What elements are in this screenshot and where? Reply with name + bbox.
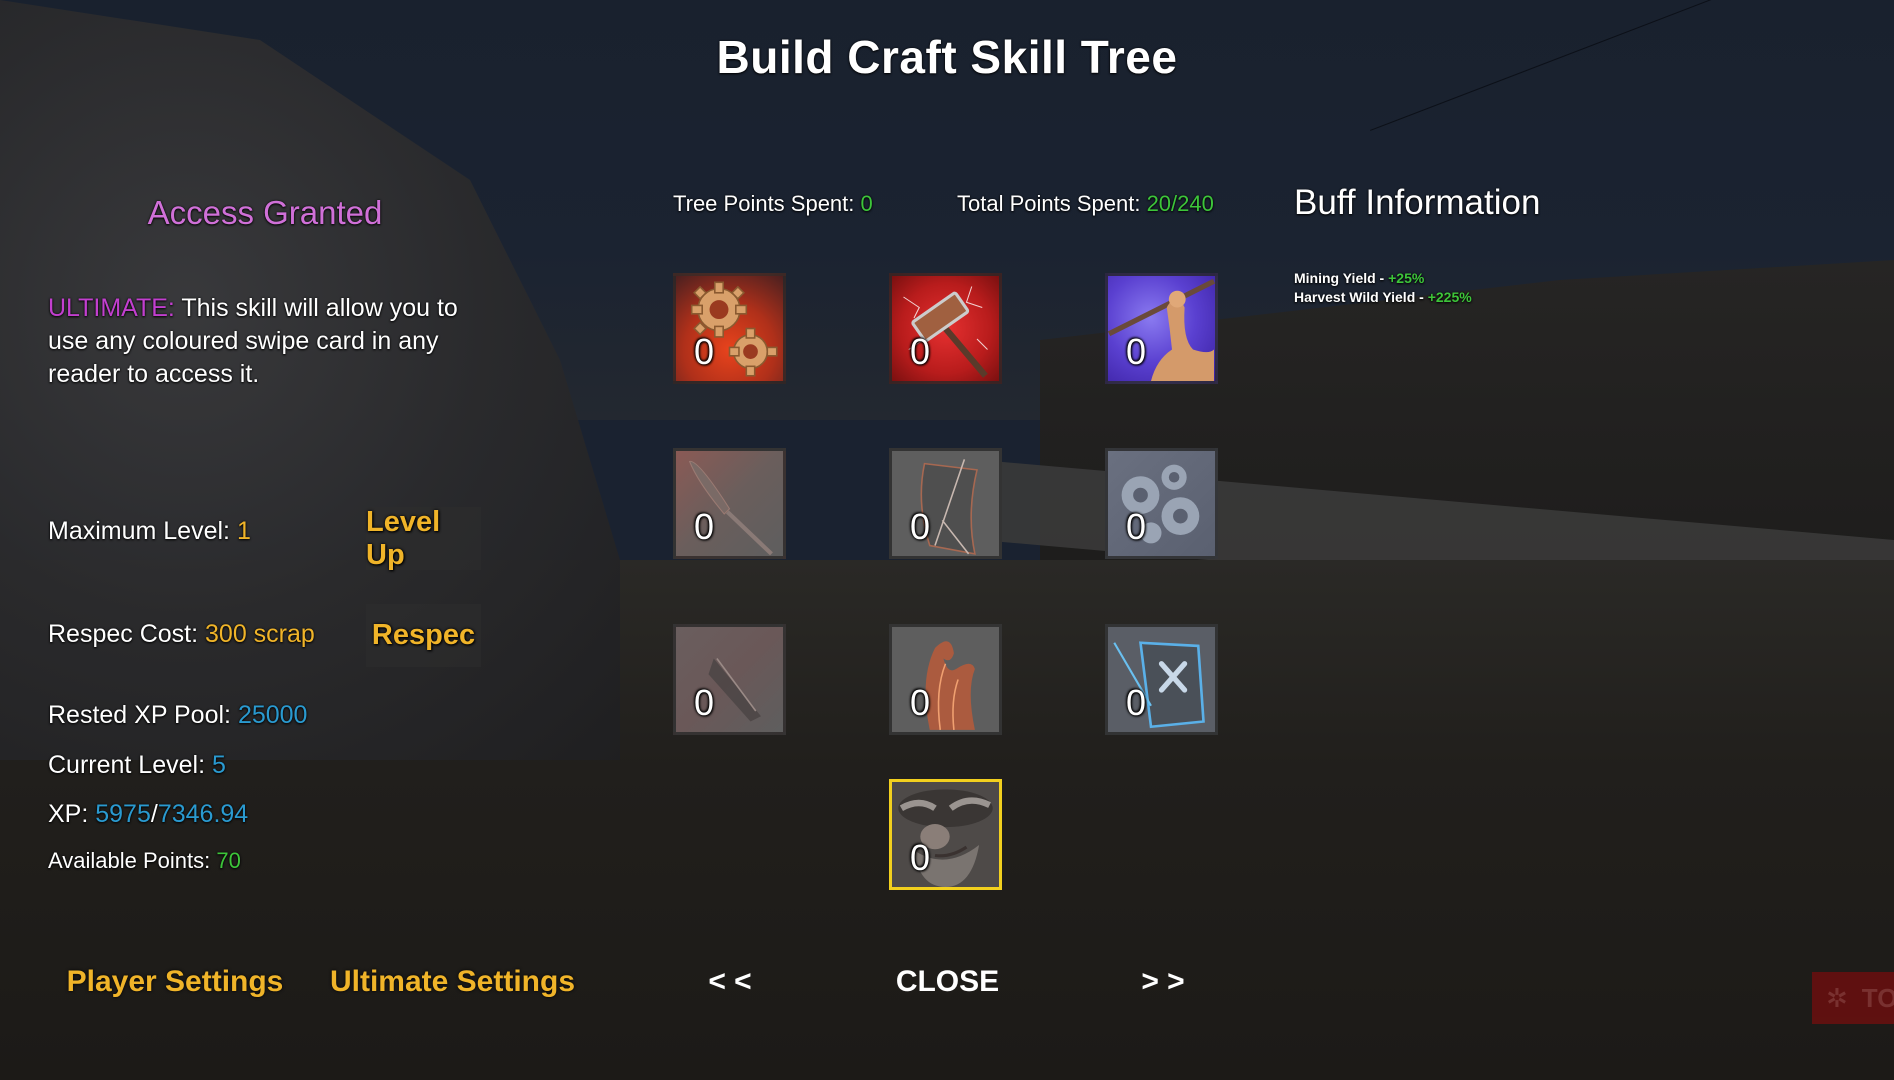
xp-current: 5975 <box>95 800 151 828</box>
current-level-label: Current Level: <box>48 751 212 779</box>
knife-icon <box>688 460 773 556</box>
tree-points-label: Tree Points Spent: <box>673 191 861 216</box>
skill-name: Access Granted <box>147 194 383 231</box>
buff-label: Mining Yield - <box>1294 270 1389 286</box>
skill-level: 0 <box>694 331 715 372</box>
xp-separator: / <box>150 800 158 828</box>
skill-node-shield[interactable]: 0 <box>889 448 1002 559</box>
next-page-button[interactable]: > > <box>1123 957 1203 1007</box>
buff-line: Harvest Wild Yield - +225% <box>1294 289 1472 305</box>
page-title: Build Craft Skill Tree <box>716 31 1178 83</box>
skill-level: 0 <box>910 682 931 723</box>
skill-level: 0 <box>1126 682 1147 723</box>
skill-level: 0 <box>1126 506 1147 547</box>
available-points-stat: Available Points: 70 <box>48 848 241 874</box>
xp-required: 7346.94 <box>157 800 249 828</box>
gear-icon: ✲ <box>1826 982 1848 1013</box>
skill-node-cogs[interactable]: 0 <box>1105 448 1218 559</box>
skill-description: ULTIMATE: This skill will allow you to u… <box>48 292 488 391</box>
skill-tree-panel: Build Craft Skill Tree Access Granted UL… <box>0 0 1894 1080</box>
respec-cost-value: 300 scrap <box>205 620 315 648</box>
respec-cost-stat: Respec Cost: 300 scrap <box>48 620 315 649</box>
tree-points-value: 0 <box>860 191 873 216</box>
current-level-value: 5 <box>211 751 226 779</box>
skill-level: 0 <box>910 837 931 878</box>
skill-level: 0 <box>910 506 931 547</box>
buff-value: +25% <box>1388 270 1425 286</box>
skill-node-hammer[interactable]: 0 <box>889 273 1002 384</box>
wrench-shield-icon <box>1113 641 1205 729</box>
xp-label: XP: <box>48 800 96 828</box>
current-level-stat: Current Level: 5 <box>48 751 226 780</box>
max-level-value: 1 <box>236 517 251 545</box>
blade-icon <box>708 658 761 722</box>
xp-stat: XP: 5975/7346.94 <box>48 800 248 829</box>
lightning-hammer-icon <box>903 286 988 378</box>
rested-xp-stat: Rested XP Pool: 25000 <box>48 701 307 730</box>
skill-level: 0 <box>1126 331 1147 372</box>
previous-page-button[interactable]: < < <box>690 957 770 1007</box>
skill-node-ultimate[interactable]: 0 <box>889 779 1002 890</box>
buff-label: Harvest Wild Yield - <box>1294 289 1428 305</box>
level-up-button[interactable]: Level Up <box>366 506 481 571</box>
player-settings-button[interactable]: Player Settings <box>60 957 290 1007</box>
corner-badge-text: TO <box>1861 982 1894 1013</box>
buff-information-title: Buff Information <box>1294 183 1541 222</box>
strong-arm-icon <box>1108 278 1215 381</box>
skill-node-blade[interactable]: 0 <box>673 624 786 735</box>
rested-xp-value: 25000 <box>237 701 308 729</box>
skill-level: 0 <box>694 506 715 547</box>
gears-icon <box>690 281 778 377</box>
max-level-stat: Maximum Level: 1 <box>48 517 251 546</box>
max-level-label: Maximum Level: <box>48 517 237 545</box>
buff-line: Mining Yield - +25% <box>1294 270 1424 286</box>
cog-cluster-icon <box>1121 464 1200 544</box>
skill-node-flame[interactable]: 0 <box>889 624 1002 735</box>
ultimate-label: ULTIMATE: <box>48 294 175 322</box>
skill-node-knife[interactable]: 0 <box>673 448 786 559</box>
close-button[interactable]: CLOSE <box>880 957 1015 1007</box>
skill-level: 0 <box>910 331 931 372</box>
available-points-label: Available Points: <box>48 848 217 873</box>
tree-points-spent: Tree Points Spent: 0 <box>673 191 873 217</box>
flame-swirl-icon <box>925 641 975 731</box>
ultimate-settings-button[interactable]: Ultimate Settings <box>325 957 580 1007</box>
total-points-label: Total Points Spent: <box>957 191 1147 216</box>
skill-node-wrench-shield[interactable]: 0 <box>1105 624 1218 735</box>
dwarf-face-icon <box>893 782 998 887</box>
respec-button[interactable]: Respec <box>366 604 481 667</box>
skill-node-strength[interactable]: 0 <box>1105 273 1218 384</box>
skill-level: 0 <box>694 682 715 723</box>
respec-cost-label: Respec Cost: <box>48 620 206 648</box>
total-points-spent: Total Points Spent: 20/240 <box>957 191 1214 217</box>
skill-node-gears[interactable]: 0 <box>673 273 786 384</box>
corner-badge[interactable]: ✲ TO <box>1812 972 1894 1024</box>
available-points-value: 70 <box>216 848 241 873</box>
rested-xp-label: Rested XP Pool: <box>48 701 238 729</box>
buff-value: +225% <box>1427 289 1472 305</box>
torn-shield-icon <box>920 459 978 555</box>
total-points-value: 20/240 <box>1146 191 1214 216</box>
